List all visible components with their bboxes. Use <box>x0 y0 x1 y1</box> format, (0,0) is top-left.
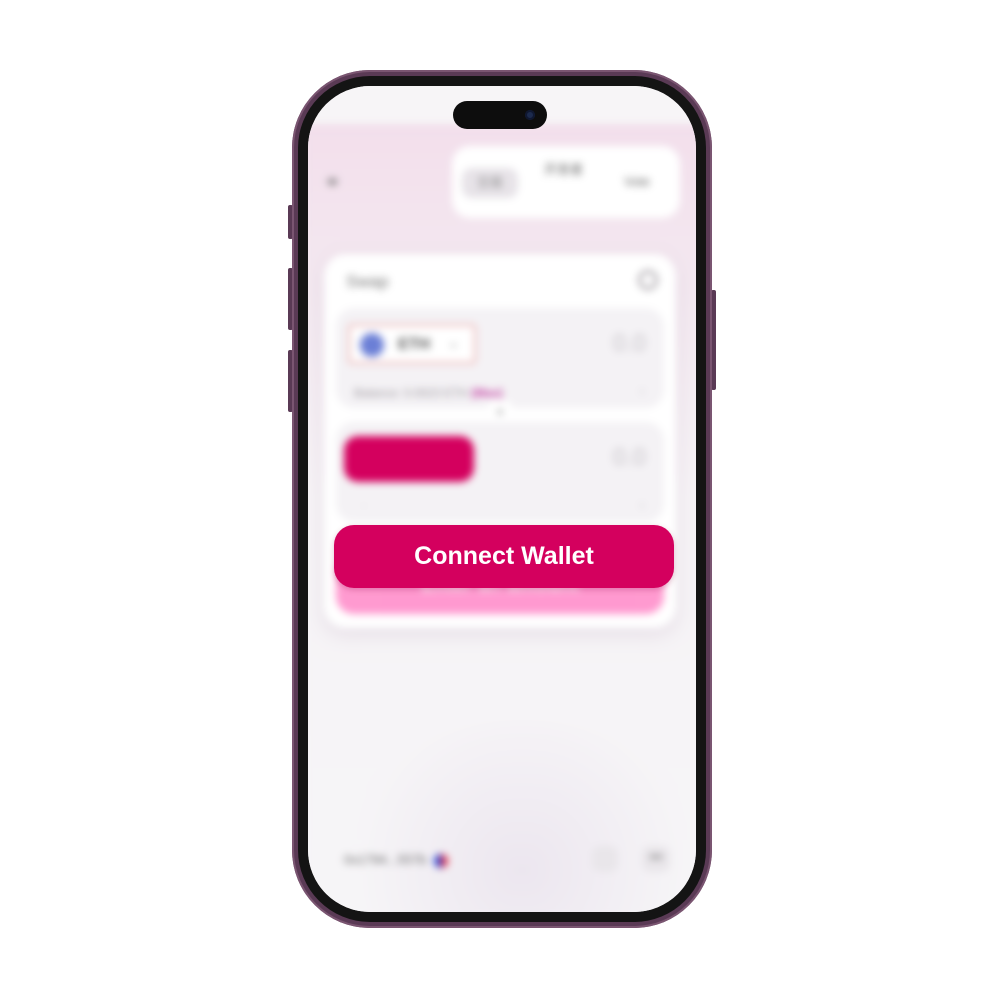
token-select-button[interactable]: ETH ⌄ <box>348 324 476 364</box>
network-flag-icon <box>434 853 449 868</box>
phone-screen: ⚭ 交易 开发者 Vote Swap ETH ⌄ 0.0 Balance: 0.… <box>308 86 696 912</box>
token-symbol: ETH <box>398 336 430 353</box>
wallet-address-text: 0x1794...557b <box>344 852 427 867</box>
chevron-down-icon: ⌄ <box>448 335 459 350</box>
tab-vote[interactable]: Vote <box>624 174 650 190</box>
ethereum-icon <box>360 333 384 357</box>
background-glow <box>342 720 696 912</box>
tab-developers[interactable]: 开发者 <box>544 162 584 178</box>
settings-gear-icon[interactable] <box>592 846 618 872</box>
stage: ⚭ 交易 开发者 Vote Swap ETH ⌄ 0.0 Balance: 0.… <box>0 0 1000 1000</box>
info-arrow-icon: › <box>640 498 644 512</box>
to-amount-input[interactable]: 0.0 <box>613 444 646 472</box>
info-dot-icon: · <box>362 498 366 512</box>
select-token-button[interactable] <box>344 436 474 482</box>
nav-tabs: 交易 开发者 Vote <box>452 146 680 218</box>
camera-lens-icon <box>525 110 535 120</box>
balance-text: Balance: 0.0023 ETH (Max) <box>354 386 503 400</box>
swap-from-panel: ETH ⌄ 0.0 Balance: 0.0023 ETH (Max) › <box>336 308 664 408</box>
gear-icon[interactable] <box>638 270 658 290</box>
more-options-icon[interactable]: ••• <box>642 846 670 872</box>
swap-to-panel: 0.0 · › <box>336 422 664 522</box>
info-arrow-icon: › <box>640 384 644 398</box>
blurred-app-background: ⚭ 交易 开发者 Vote Swap ETH ⌄ 0.0 Balance: 0.… <box>308 86 696 912</box>
from-amount-input[interactable]: 0.0 <box>613 330 646 358</box>
wallet-address: 0x1794...557b <box>344 852 449 868</box>
swap-title: Swap <box>346 272 389 291</box>
arrow-down-icon[interactable]: ▾ <box>488 400 512 424</box>
uniswap-unicorn-icon: ⚭ <box>324 172 341 194</box>
max-link[interactable]: (Max) <box>471 386 502 400</box>
balance-value: Balance: 0.0023 ETH <box>354 386 469 400</box>
tab-trade[interactable]: 交易 <box>462 168 518 198</box>
connect-wallet-button[interactable]: Connect Wallet <box>334 525 674 588</box>
dynamic-island <box>453 101 547 129</box>
